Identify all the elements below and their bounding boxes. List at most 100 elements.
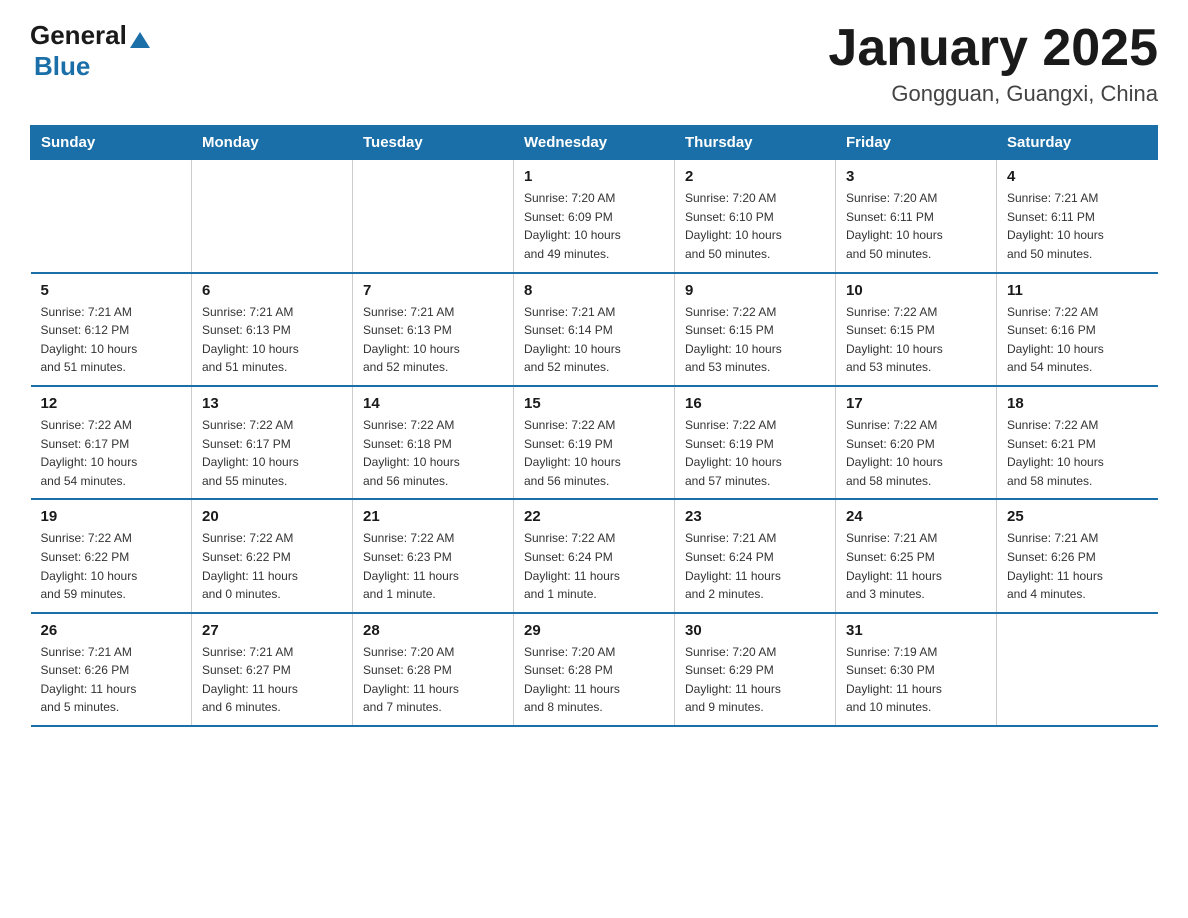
day-number: 5 xyxy=(41,282,182,299)
day-info: Sunrise: 7:21 AM Sunset: 6:24 PM Dayligh… xyxy=(685,529,825,603)
table-row: 7 Sunrise: 7:21 AM Sunset: 6:13 PM Daylig… xyxy=(353,273,514,386)
day-info: Sunrise: 7:21 AM Sunset: 6:11 PM Dayligh… xyxy=(1007,189,1148,263)
table-row: 27 Sunrise: 7:21 AM Sunset: 6:27 PM Dayli… xyxy=(192,613,353,726)
table-row: 28Sunrise: 7:20 AM Sunset: 6:28 PM Dayli… xyxy=(353,613,514,726)
calendar-table: Sunday Monday Tuesday Wednesday Thursday… xyxy=(30,125,1158,727)
day-number: 6 xyxy=(202,282,342,299)
day-info: Sunrise: 7:22 AM Sunset: 6:19 PM Dayligh… xyxy=(685,416,825,490)
day-number: 27 xyxy=(202,622,342,639)
day-number: 7 xyxy=(363,282,503,299)
day-number: 20 xyxy=(202,508,342,525)
logo-blue-text: Blue xyxy=(34,51,90,81)
day-info: Sunrise: 7:22 AM Sunset: 6:22 PM Dayligh… xyxy=(41,529,182,603)
table-row: 2 Sunrise: 7:20 AM Sunset: 6:10 PM Daylig… xyxy=(675,160,836,273)
day-number: 26 xyxy=(41,622,182,639)
day-number: 16 xyxy=(685,395,825,412)
day-info: Sunrise: 7:22 AM Sunset: 6:24 PM Dayligh… xyxy=(524,529,664,603)
day-number: 21 xyxy=(363,508,503,525)
table-row: 9Sunrise: 7:22 AM Sunset: 6:15 PM Daylig… xyxy=(675,273,836,386)
day-info: Sunrise: 7:22 AM Sunset: 6:21 PM Dayligh… xyxy=(1007,416,1148,490)
calendar-week-row: 26 Sunrise: 7:21 AM Sunset: 6:26 PM Dayli… xyxy=(31,613,1158,726)
day-number: 22 xyxy=(524,508,664,525)
logo-general-text: General xyxy=(30,20,127,51)
day-number: 28 xyxy=(363,622,503,639)
location-title: Gongguan, Guangxi, China xyxy=(828,81,1158,107)
month-title: January 2025 xyxy=(828,20,1158,77)
table-row: 12Sunrise: 7:22 AM Sunset: 6:17 PM Dayli… xyxy=(31,386,192,499)
col-tuesday: Tuesday xyxy=(353,126,514,160)
table-row: 3 Sunrise: 7:20 AM Sunset: 6:11 PM Daylig… xyxy=(836,160,997,273)
page-header: General Blue January 2025 Gongguan, Guan… xyxy=(30,20,1158,107)
day-info: Sunrise: 7:20 AM Sunset: 6:29 PM Dayligh… xyxy=(685,643,825,717)
table-row: 17 Sunrise: 7:22 AM Sunset: 6:20 PM Dayli… xyxy=(836,386,997,499)
table-row: 31 Sunrise: 7:19 AM Sunset: 6:30 PM Dayli… xyxy=(836,613,997,726)
day-number: 2 xyxy=(685,168,825,185)
col-saturday: Saturday xyxy=(997,126,1158,160)
day-info: Sunrise: 7:20 AM Sunset: 6:28 PM Dayligh… xyxy=(524,643,664,717)
day-info: Sunrise: 7:20 AM Sunset: 6:11 PM Dayligh… xyxy=(846,189,986,263)
table-row: 1Sunrise: 7:20 AM Sunset: 6:09 PM Daylig… xyxy=(514,160,675,273)
day-info: Sunrise: 7:21 AM Sunset: 6:25 PM Dayligh… xyxy=(846,529,986,603)
table-row xyxy=(192,160,353,273)
table-row: 24 Sunrise: 7:21 AM Sunset: 6:25 PM Dayli… xyxy=(836,499,997,612)
day-info: Sunrise: 7:21 AM Sunset: 6:26 PM Dayligh… xyxy=(41,643,182,717)
table-row: 26 Sunrise: 7:21 AM Sunset: 6:26 PM Dayli… xyxy=(31,613,192,726)
day-number: 19 xyxy=(41,508,182,525)
calendar-week-row: 12Sunrise: 7:22 AM Sunset: 6:17 PM Dayli… xyxy=(31,386,1158,499)
table-row: 5 Sunrise: 7:21 AM Sunset: 6:12 PM Daylig… xyxy=(31,273,192,386)
logo: General Blue xyxy=(30,20,150,82)
day-info: Sunrise: 7:21 AM Sunset: 6:14 PM Dayligh… xyxy=(524,303,664,377)
day-info: Sunrise: 7:22 AM Sunset: 6:17 PM Dayligh… xyxy=(202,416,342,490)
day-number: 10 xyxy=(846,282,986,299)
calendar-week-row: 5 Sunrise: 7:21 AM Sunset: 6:12 PM Daylig… xyxy=(31,273,1158,386)
day-info: Sunrise: 7:22 AM Sunset: 6:17 PM Dayligh… xyxy=(41,416,182,490)
day-info: Sunrise: 7:19 AM Sunset: 6:30 PM Dayligh… xyxy=(846,643,986,717)
table-row: 13 Sunrise: 7:22 AM Sunset: 6:17 PM Dayli… xyxy=(192,386,353,499)
day-info: Sunrise: 7:22 AM Sunset: 6:23 PM Dayligh… xyxy=(363,529,503,603)
table-row: 19 Sunrise: 7:22 AM Sunset: 6:22 PM Dayli… xyxy=(31,499,192,612)
day-info: Sunrise: 7:20 AM Sunset: 6:10 PM Dayligh… xyxy=(685,189,825,263)
day-number: 14 xyxy=(363,395,503,412)
table-row: 29 Sunrise: 7:20 AM Sunset: 6:28 PM Dayli… xyxy=(514,613,675,726)
day-number: 25 xyxy=(1007,508,1148,525)
table-row xyxy=(353,160,514,273)
table-row: 8Sunrise: 7:21 AM Sunset: 6:14 PM Daylig… xyxy=(514,273,675,386)
day-number: 13 xyxy=(202,395,342,412)
title-block: January 2025 Gongguan, Guangxi, China xyxy=(828,20,1158,107)
calendar-header-row: Sunday Monday Tuesday Wednesday Thursday… xyxy=(31,126,1158,160)
table-row: 10 Sunrise: 7:22 AM Sunset: 6:15 PM Dayli… xyxy=(836,273,997,386)
day-info: Sunrise: 7:21 AM Sunset: 6:12 PM Dayligh… xyxy=(41,303,182,377)
day-number: 23 xyxy=(685,508,825,525)
col-sunday: Sunday xyxy=(31,126,192,160)
calendar-week-row: 1Sunrise: 7:20 AM Sunset: 6:09 PM Daylig… xyxy=(31,160,1158,273)
table-row: 18Sunrise: 7:22 AM Sunset: 6:21 PM Dayli… xyxy=(997,386,1158,499)
table-row: 23 Sunrise: 7:21 AM Sunset: 6:24 PM Dayli… xyxy=(675,499,836,612)
table-row: 14Sunrise: 7:22 AM Sunset: 6:18 PM Dayli… xyxy=(353,386,514,499)
day-info: Sunrise: 7:21 AM Sunset: 6:13 PM Dayligh… xyxy=(363,303,503,377)
day-number: 31 xyxy=(846,622,986,639)
day-number: 29 xyxy=(524,622,664,639)
table-row: 22 Sunrise: 7:22 AM Sunset: 6:24 PM Dayli… xyxy=(514,499,675,612)
day-info: Sunrise: 7:21 AM Sunset: 6:27 PM Dayligh… xyxy=(202,643,342,717)
day-number: 3 xyxy=(846,168,986,185)
table-row: 16 Sunrise: 7:22 AM Sunset: 6:19 PM Dayli… xyxy=(675,386,836,499)
day-info: Sunrise: 7:22 AM Sunset: 6:15 PM Dayligh… xyxy=(846,303,986,377)
col-thursday: Thursday xyxy=(675,126,836,160)
day-number: 1 xyxy=(524,168,664,185)
table-row: 25Sunrise: 7:21 AM Sunset: 6:26 PM Dayli… xyxy=(997,499,1158,612)
day-info: Sunrise: 7:22 AM Sunset: 6:15 PM Dayligh… xyxy=(685,303,825,377)
day-info: Sunrise: 7:21 AM Sunset: 6:13 PM Dayligh… xyxy=(202,303,342,377)
day-info: Sunrise: 7:22 AM Sunset: 6:20 PM Dayligh… xyxy=(846,416,986,490)
col-monday: Monday xyxy=(192,126,353,160)
table-row: 6 Sunrise: 7:21 AM Sunset: 6:13 PM Daylig… xyxy=(192,273,353,386)
table-row xyxy=(31,160,192,273)
day-info: Sunrise: 7:22 AM Sunset: 6:19 PM Dayligh… xyxy=(524,416,664,490)
day-number: 24 xyxy=(846,508,986,525)
table-row: 20Sunrise: 7:22 AM Sunset: 6:22 PM Dayli… xyxy=(192,499,353,612)
col-friday: Friday xyxy=(836,126,997,160)
day-number: 30 xyxy=(685,622,825,639)
col-wednesday: Wednesday xyxy=(514,126,675,160)
day-number: 11 xyxy=(1007,282,1148,299)
table-row: 4Sunrise: 7:21 AM Sunset: 6:11 PM Daylig… xyxy=(997,160,1158,273)
day-number: 17 xyxy=(846,395,986,412)
